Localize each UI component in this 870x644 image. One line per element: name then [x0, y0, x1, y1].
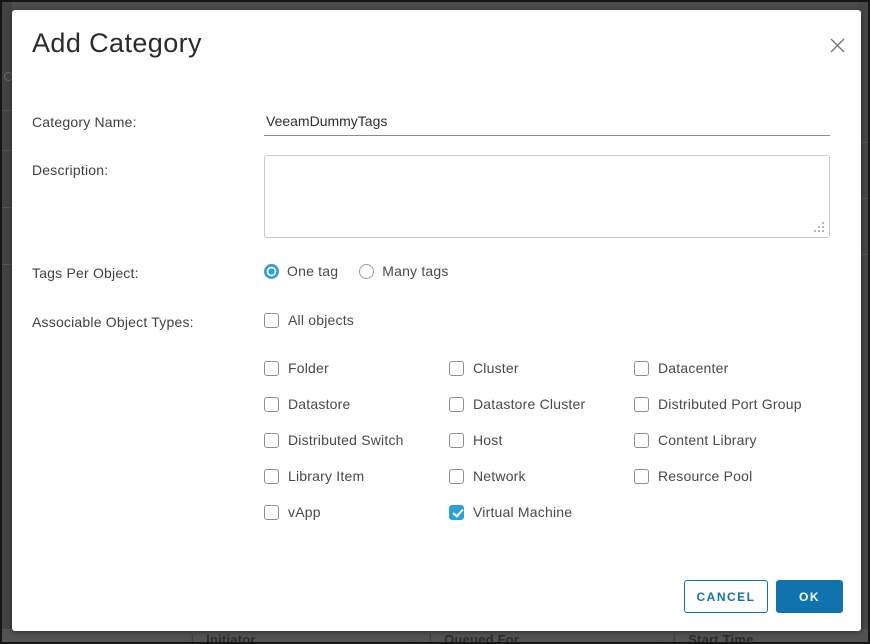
- checkbox-unchecked-icon[interactable]: [634, 469, 649, 484]
- column-separator: |: [429, 632, 433, 644]
- checkbox-unchecked-icon[interactable]: [264, 433, 279, 448]
- checkbox-item-folder[interactable]: Folder: [264, 350, 449, 386]
- checkbox-item-cluster[interactable]: Cluster: [449, 350, 634, 386]
- cancel-button[interactable]: CANCEL: [684, 580, 768, 613]
- checkbox-item-all-objects[interactable]: All objects: [264, 312, 354, 328]
- tags-per-object-radio-group: One tag Many tags: [264, 263, 470, 279]
- checkbox-item-datacenter[interactable]: Datacenter: [634, 350, 829, 386]
- checkbox-label: Distributed Port Group: [658, 396, 802, 412]
- radio-option-one-tag[interactable]: One tag: [264, 263, 338, 279]
- checkbox-item-library-item[interactable]: Library Item: [264, 458, 449, 494]
- checkbox-label: Host: [473, 432, 503, 448]
- checkbox-item-distributed-port-group[interactable]: Distributed Port Group: [634, 386, 829, 422]
- checkbox-item-host[interactable]: Host: [449, 422, 634, 458]
- nav-divider: [2, 207, 12, 208]
- ok-button[interactable]: OK: [776, 580, 843, 613]
- checkbox-unchecked-icon[interactable]: [264, 313, 279, 328]
- column-menu-caret-icon: ⌄: [654, 636, 663, 644]
- checkbox-label: Content Library: [658, 432, 757, 448]
- checkbox-item-network[interactable]: Network: [449, 458, 634, 494]
- checkbox-item-resource-pool[interactable]: Resource Pool: [634, 458, 829, 494]
- tags-per-object-label: Tags Per Object:: [32, 265, 139, 281]
- checkbox-unchecked-icon[interactable]: [449, 469, 464, 484]
- checkbox-unchecked-icon[interactable]: [264, 361, 279, 376]
- checkbox-unchecked-icon[interactable]: [449, 433, 464, 448]
- checkbox-label: Folder: [288, 360, 329, 376]
- checkbox-item-datastore-cluster[interactable]: Datastore Cluster: [449, 386, 634, 422]
- nav-divider: [2, 264, 12, 265]
- checkbox-label: Resource Pool: [658, 468, 752, 484]
- description-textarea[interactable]: [264, 155, 830, 238]
- column-separator: |: [191, 632, 195, 644]
- radio-selected-icon[interactable]: [264, 264, 279, 279]
- bg-table-column-initiator: ⌄ | Initiator: [172, 632, 256, 644]
- column-label: Start Time: [688, 632, 753, 644]
- checkbox-unchecked-icon[interactable]: [634, 397, 649, 412]
- checkbox-label: All objects: [288, 312, 354, 328]
- checkbox-label: Distributed Switch: [288, 432, 404, 448]
- object-type-checkbox-grid: Folder Cluster Datacenter Datastore Datastor…: [264, 350, 829, 530]
- category-name-input[interactable]: [264, 110, 830, 136]
- checkbox-label: Network: [473, 468, 526, 484]
- checkbox-item-datastore[interactable]: Datastore: [264, 386, 449, 422]
- checkbox-label: Datacenter: [658, 360, 728, 376]
- add-category-dialog: Add Category Category Name: Description:…: [12, 10, 861, 631]
- checkbox-label: Datastore Cluster: [473, 396, 585, 412]
- close-x-glyph: [829, 37, 846, 54]
- checkbox-label: vApp: [288, 504, 321, 520]
- nav-divider: [2, 110, 12, 111]
- checkbox-unchecked-icon[interactable]: [264, 505, 279, 520]
- checkbox-label: Datastore: [288, 396, 351, 412]
- close-icon[interactable]: [826, 34, 848, 56]
- nav-divider: [2, 150, 12, 151]
- checkbox-unchecked-icon[interactable]: [449, 361, 464, 376]
- radio-option-many-tags[interactable]: Many tags: [359, 263, 448, 279]
- checkbox-unchecked-icon[interactable]: [449, 397, 464, 412]
- dialog-title: Add Category: [32, 28, 202, 59]
- bg-table-column-queued-for: ⌄ | Queued For: [410, 632, 519, 644]
- associable-object-types-label: Associable Object Types:: [32, 314, 194, 330]
- checkbox-unchecked-icon[interactable]: [634, 433, 649, 448]
- vsphere-screen: ⌄ | Initiator ⌄ | Queued For ⌄ | Start Time ↓ Add…: [0, 0, 870, 644]
- category-name-label: Category Name:: [32, 114, 137, 130]
- sort-descending-icon: ↓: [760, 632, 767, 644]
- column-label: Queued For: [444, 632, 519, 644]
- column-menu-caret-icon: ⌄: [172, 636, 181, 644]
- bg-table-column-start-time: ⌄ | Start Time ↓: [654, 632, 766, 644]
- checkbox-unchecked-icon[interactable]: [634, 361, 649, 376]
- checkbox-unchecked-icon[interactable]: [264, 469, 279, 484]
- radio-label: One tag: [287, 263, 338, 279]
- column-separator: |: [673, 632, 677, 644]
- radio-unselected-icon[interactable]: [359, 264, 374, 279]
- checkbox-label: Virtual Machine: [473, 504, 572, 520]
- checkbox-item-content-library[interactable]: Content Library: [634, 422, 829, 458]
- checkbox-checked-icon[interactable]: [449, 505, 464, 520]
- radio-label: Many tags: [382, 263, 448, 279]
- description-label: Description:: [32, 162, 108, 178]
- checkbox-item-vapp[interactable]: vApp: [264, 494, 449, 530]
- all-objects-checkbox-slot: All objects: [264, 312, 354, 328]
- column-label: Initiator: [206, 632, 255, 644]
- checkbox-label: Library Item: [288, 468, 364, 484]
- tasks-table-header-clipped: ⌄ | Initiator ⌄ | Queued For ⌄ | Start Time ↓: [2, 629, 870, 644]
- checkbox-label: Cluster: [473, 360, 519, 376]
- checkbox-unchecked-icon[interactable]: [264, 397, 279, 412]
- checkbox-item-virtual-machine[interactable]: Virtual Machine: [449, 494, 634, 530]
- column-menu-caret-icon: ⌄: [410, 636, 419, 644]
- backdrop-left-nav: [2, 2, 12, 644]
- checkbox-item-distributed-switch[interactable]: Distributed Switch: [264, 422, 449, 458]
